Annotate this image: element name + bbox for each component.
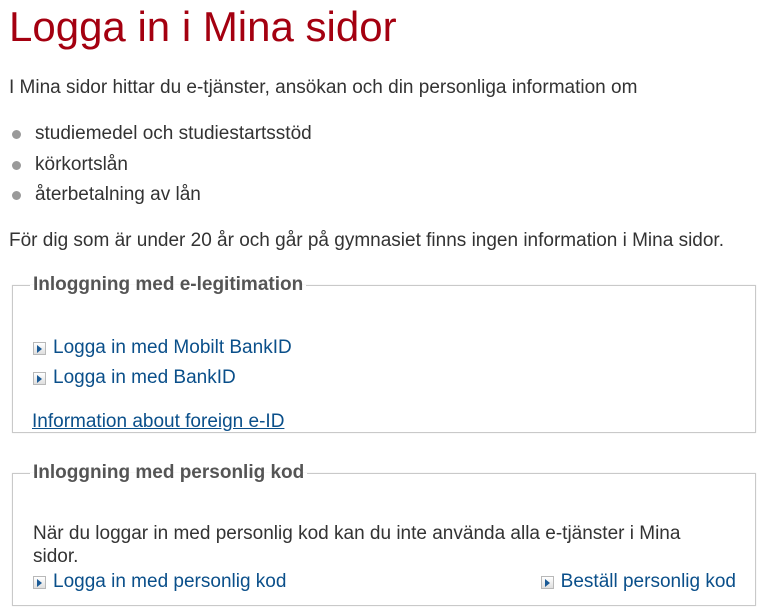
personal-code-login-link[interactable]: Logga in med personlig kod [33, 570, 286, 594]
order-personal-code-label: Beställ personlig kod [560, 571, 736, 592]
age-note: För dig som är under 20 år och går på gy… [9, 230, 724, 251]
personal-code-section-legend: Inloggning med personlig kod [33, 462, 305, 483]
personal-code-login-label: Logga in med personlig kod [53, 571, 287, 592]
list-item-label: återbetalning av lån [35, 184, 201, 205]
list-item: studiemedel och studiestartsstöd [9, 119, 312, 150]
info-list: studiemedel och studiestartsstöd körkort… [9, 119, 312, 211]
login-page: Logga in i Mina sidor I Mina sidor hitta… [0, 0, 765, 616]
arrow-right-icon [33, 341, 46, 355]
intro-text: I Mina sidor hittar du e-tjänster, ansök… [9, 77, 638, 98]
personal-code-description: När du loggar in med personlig kod kan d… [33, 523, 681, 567]
eleg-section-legend: Inloggning med e-legitimation [33, 274, 304, 295]
mobile-bankid-login-label: Logga in med Mobilt BankID [53, 337, 292, 358]
mobile-bankid-login-link[interactable]: Logga in med Mobilt BankID [33, 336, 292, 360]
list-item-label: körkortslån [35, 153, 128, 175]
eleg-login-section: Inloggning med e-legitimation Logga in m… [12, 274, 756, 433]
arrow-right-icon [33, 371, 46, 385]
bullet-dot-icon [12, 160, 21, 170]
list-item: återbetalning av lån [9, 180, 312, 211]
bullet-dot-icon [12, 191, 21, 200]
bankid-login-link[interactable]: Logga in med BankID [33, 366, 236, 390]
bullet-dot-icon [12, 130, 21, 139]
foreign-eid-info-link[interactable]: Information about foreign e-ID [32, 410, 284, 434]
page-title: Logga in i Mina sidor [9, 3, 397, 50]
order-personal-code-link[interactable]: Beställ personlig kod [540, 570, 736, 594]
list-item-label: studiemedel och studiestartsstöd [35, 123, 312, 144]
bankid-login-label: Logga in med BankID [53, 367, 236, 388]
list-item: körkortslån [9, 150, 312, 181]
personal-code-login-section: Inloggning med personlig kod När du logg… [12, 462, 756, 606]
arrow-right-icon [540, 575, 554, 589]
arrow-right-icon [33, 575, 46, 589]
